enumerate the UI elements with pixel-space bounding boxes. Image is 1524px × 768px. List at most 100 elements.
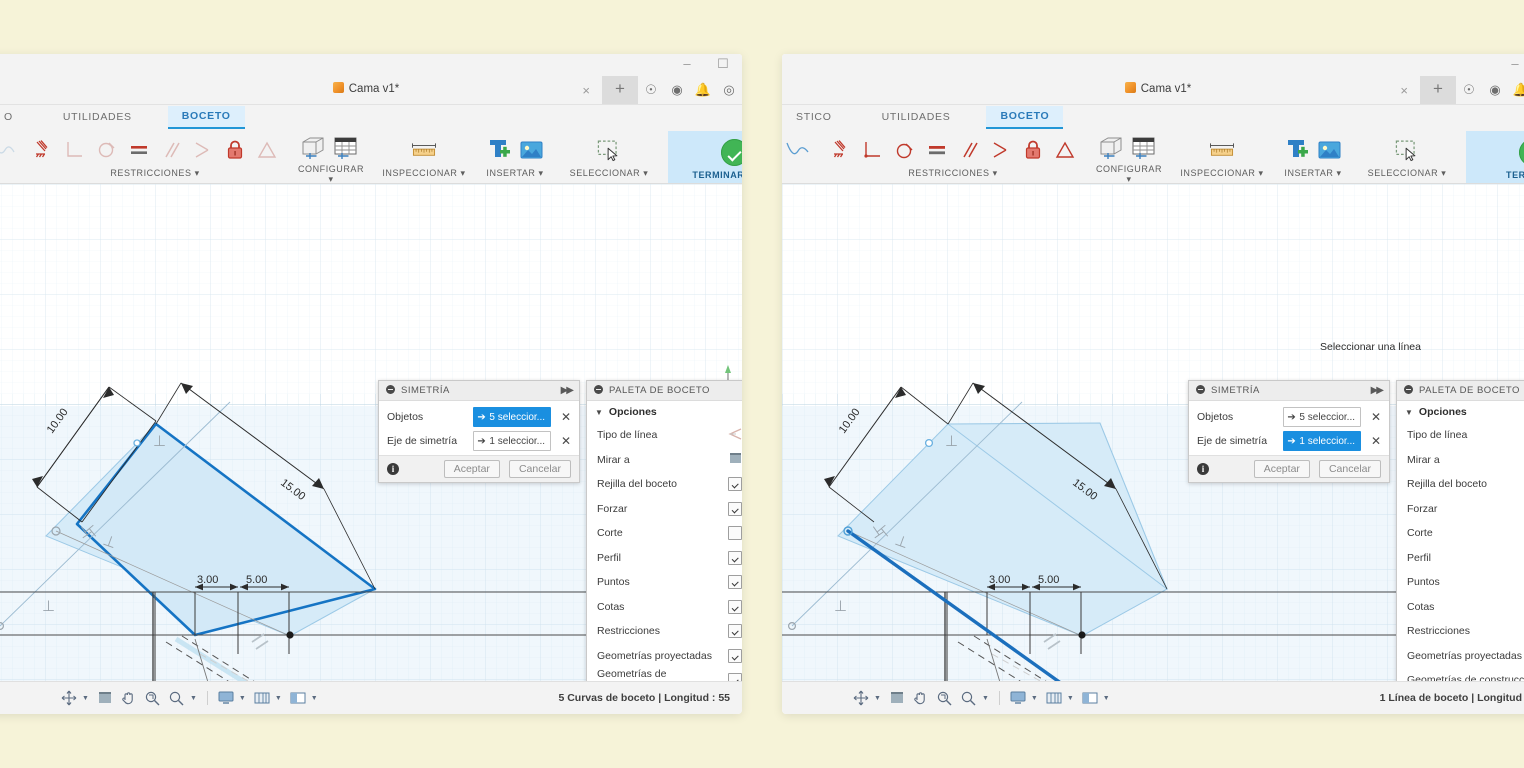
cancelar-button-left[interactable]: Cancelar bbox=[508, 460, 571, 478]
ribbon-tab-utilidades[interactable]: UTILIDADES bbox=[49, 107, 146, 128]
close-tab-icon[interactable]: × bbox=[570, 83, 602, 98]
zoom-icon[interactable] bbox=[958, 687, 980, 709]
clear-objetos-icon-right[interactable]: ✕ bbox=[1371, 411, 1381, 423]
paleta-row-cotas-right[interactable]: Cotas bbox=[1397, 595, 1524, 620]
notifications-icon[interactable]: 🔔 bbox=[690, 76, 716, 104]
zoom-window-icon[interactable] bbox=[142, 687, 164, 709]
checkbox-rejilla[interactable] bbox=[728, 477, 742, 492]
new-tab-icon[interactable]: + bbox=[1420, 76, 1456, 104]
linetype-icon[interactable] bbox=[728, 428, 742, 443]
measure-icon[interactable] bbox=[1207, 135, 1237, 165]
chevron-down-icon[interactable]: ▼ bbox=[982, 695, 989, 702]
parameters-table-icon[interactable] bbox=[330, 133, 360, 163]
display-settings-icon[interactable] bbox=[1007, 687, 1029, 709]
chevron-down-icon[interactable]: ▼ bbox=[190, 695, 197, 702]
selection-window-icon[interactable] bbox=[594, 135, 624, 165]
chevron-down-icon[interactable]: ▼ bbox=[275, 695, 282, 702]
collapse-icon[interactable] bbox=[1404, 385, 1413, 394]
parameters-box-icon[interactable] bbox=[1096, 133, 1126, 163]
orbit-icon[interactable] bbox=[58, 687, 80, 709]
chevron-down-icon[interactable]: ▼ bbox=[239, 695, 246, 702]
fusion-window-right[interactable]: – Cama v1* × + ☉ ◉ 🔔 STICO UTILIDADES BO… bbox=[782, 54, 1524, 714]
dimension-5-right[interactable]: 5.00 bbox=[1038, 574, 1059, 586]
tangent-constraint-icon[interactable] bbox=[890, 135, 920, 165]
pan-icon[interactable] bbox=[118, 687, 140, 709]
finish-sketch-button-left[interactable]: TERMINAR BOCE bbox=[668, 131, 742, 183]
window-controls-left[interactable]: – ☐ bbox=[678, 54, 732, 74]
spline-icon[interactable] bbox=[0, 135, 16, 165]
collapse-icon[interactable] bbox=[1196, 385, 1205, 394]
chevron-down-icon[interactable]: ▼ bbox=[874, 695, 881, 702]
parameters-table-icon[interactable] bbox=[1128, 133, 1158, 163]
simetria-dialog-header-right[interactable]: SIMETRÍA ▶▶ bbox=[1189, 381, 1389, 401]
symmetry-constraint-icon[interactable] bbox=[1050, 135, 1080, 165]
cancelar-button-right[interactable]: Cancelar bbox=[1318, 460, 1381, 478]
paleta-boceto-right[interactable]: PALETA DE BOCETO ▼ Opciones Tipo de línea… bbox=[1396, 380, 1524, 698]
help-icon[interactable]: ☉ bbox=[1456, 76, 1482, 104]
paleta-row-forzar-right[interactable]: Forzar bbox=[1397, 497, 1524, 522]
info-icon-left[interactable]: i bbox=[387, 463, 399, 475]
insert-image-icon[interactable] bbox=[1314, 135, 1344, 165]
ribbon-tab-boceto[interactable]: BOCETO bbox=[167, 105, 245, 129]
paleta-row-geom-proy-right[interactable]: Geometrías proyectadas bbox=[1397, 644, 1524, 669]
parallel-constraint-icon[interactable] bbox=[156, 135, 186, 165]
simetria-dialog-right[interactable]: SIMETRÍA ▶▶ Objetos ➔ 5 seleccior... ✕ Ej… bbox=[1188, 380, 1390, 483]
expand-icon[interactable]: ▶▶ bbox=[1371, 385, 1384, 396]
clear-eje-icon-right[interactable]: ✕ bbox=[1371, 435, 1381, 447]
finish-sketch-button-right[interactable]: TERMINAR bbox=[1466, 131, 1524, 183]
insert-component-icon[interactable] bbox=[484, 135, 514, 165]
equal-constraint-icon[interactable] bbox=[922, 135, 952, 165]
minimize-icon[interactable]: – bbox=[1506, 54, 1524, 74]
spline-icon[interactable] bbox=[786, 135, 810, 165]
ribbon-tab-stico[interactable]: STICO bbox=[782, 107, 846, 128]
paleta-section-opciones-right[interactable]: ▼ Opciones bbox=[1397, 401, 1524, 423]
checkbox-perfil[interactable] bbox=[728, 550, 742, 565]
paleta-row-rejilla-left[interactable]: Rejilla del boceto bbox=[587, 472, 742, 497]
simetria-dialog-header-left[interactable]: SIMETRÍA ▶▶ bbox=[379, 381, 579, 401]
minimize-icon[interactable]: – bbox=[678, 54, 696, 74]
recent-icon[interactable]: ◉ bbox=[664, 76, 690, 104]
paleta-section-opciones-left[interactable]: ▼ Opciones bbox=[587, 401, 742, 423]
fix-constraint-icon[interactable] bbox=[826, 135, 856, 165]
tangent-constraint-icon[interactable] bbox=[92, 135, 122, 165]
perpendicular-constraint-icon[interactable] bbox=[60, 135, 90, 165]
maximize-icon[interactable]: ☐ bbox=[714, 54, 732, 74]
close-tab-icon[interactable]: × bbox=[1388, 83, 1420, 98]
checkbox-corte[interactable] bbox=[728, 526, 742, 541]
sketch-canvas-left[interactable]: 10.00 15.00 3.00 5.00 ⊥ ⊥ ⊥ ⊥ ⊥ SIMETRÍA… bbox=[0, 184, 742, 698]
fusion-window-left[interactable]: – ☐ Cama v1* × + ☉ ◉ 🔔 ◎ O UTILIDADES BO… bbox=[0, 54, 742, 714]
collapse-icon[interactable] bbox=[386, 385, 395, 394]
chevron-down-icon[interactable]: ▼ bbox=[82, 695, 89, 702]
chevron-down-icon[interactable]: ▼ bbox=[1103, 695, 1110, 702]
nav-tools-right[interactable]: ▼ ▼ ▼ ▼ ▼ bbox=[782, 687, 1113, 709]
paleta-row-cotas-left[interactable]: Cotas bbox=[587, 595, 742, 620]
chevron-down-icon[interactable]: ▼ bbox=[1067, 695, 1074, 702]
paleta-row-puntos-left[interactable]: Puntos bbox=[587, 570, 742, 595]
simetria-row-objetos-right[interactable]: Objetos ➔ 5 seleccior... ✕ bbox=[1189, 405, 1389, 429]
paleta-row-corte-right[interactable]: Corte bbox=[1397, 521, 1524, 546]
nav-tools-left[interactable]: ▼ ▼ ▼ ▼ ▼ bbox=[0, 687, 321, 709]
paleta-row-mirar-a-right[interactable]: Mirar a bbox=[1397, 448, 1524, 473]
simetria-pick-eje-right[interactable]: ➔ 1 seleccior... bbox=[1283, 431, 1361, 451]
dimension-3-left[interactable]: 3.00 bbox=[197, 574, 218, 586]
paleta-row-tipo-linea-left[interactable]: Tipo de línea bbox=[587, 423, 742, 448]
paleta-row-rejilla-right[interactable]: Rejilla del boceto bbox=[1397, 472, 1524, 497]
clear-objetos-icon-left[interactable]: ✕ bbox=[561, 411, 571, 423]
paleta-row-tipo-linea-right[interactable]: Tipo de línea bbox=[1397, 423, 1524, 448]
new-tab-icon[interactable]: + bbox=[602, 76, 638, 104]
measure-icon[interactable] bbox=[409, 135, 439, 165]
sketch-canvas-right[interactable]: 10.00 15.00 3.00 5.00 ⊥ ⊥ ⊥ ⊥ ⊥ SIMETRÍA… bbox=[782, 184, 1524, 698]
lock-constraint-icon[interactable] bbox=[1018, 135, 1048, 165]
simetria-dialog-left[interactable]: SIMETRÍA ▶▶ Objetos ➔ 5 seleccior... ✕ Ej… bbox=[378, 380, 580, 483]
simetria-row-eje-right[interactable]: Eje de simetría ➔ 1 seleccior... ✕ bbox=[1189, 429, 1389, 453]
clear-eje-icon-left[interactable]: ✕ bbox=[561, 435, 571, 447]
fix-constraint-icon[interactable] bbox=[28, 135, 58, 165]
window-controls-right[interactable]: – bbox=[1506, 54, 1524, 74]
ribbon-tab-utilidades[interactable]: UTILIDADES bbox=[868, 107, 965, 128]
zoom-window-icon[interactable] bbox=[934, 687, 956, 709]
orbit-icon[interactable] bbox=[850, 687, 872, 709]
zoom-icon[interactable] bbox=[166, 687, 188, 709]
tabstrip-right[interactable]: × + ☉ ◉ 🔔 bbox=[1388, 76, 1524, 104]
checkbox-puntos[interactable] bbox=[728, 575, 742, 590]
selection-window-icon[interactable] bbox=[1392, 135, 1422, 165]
